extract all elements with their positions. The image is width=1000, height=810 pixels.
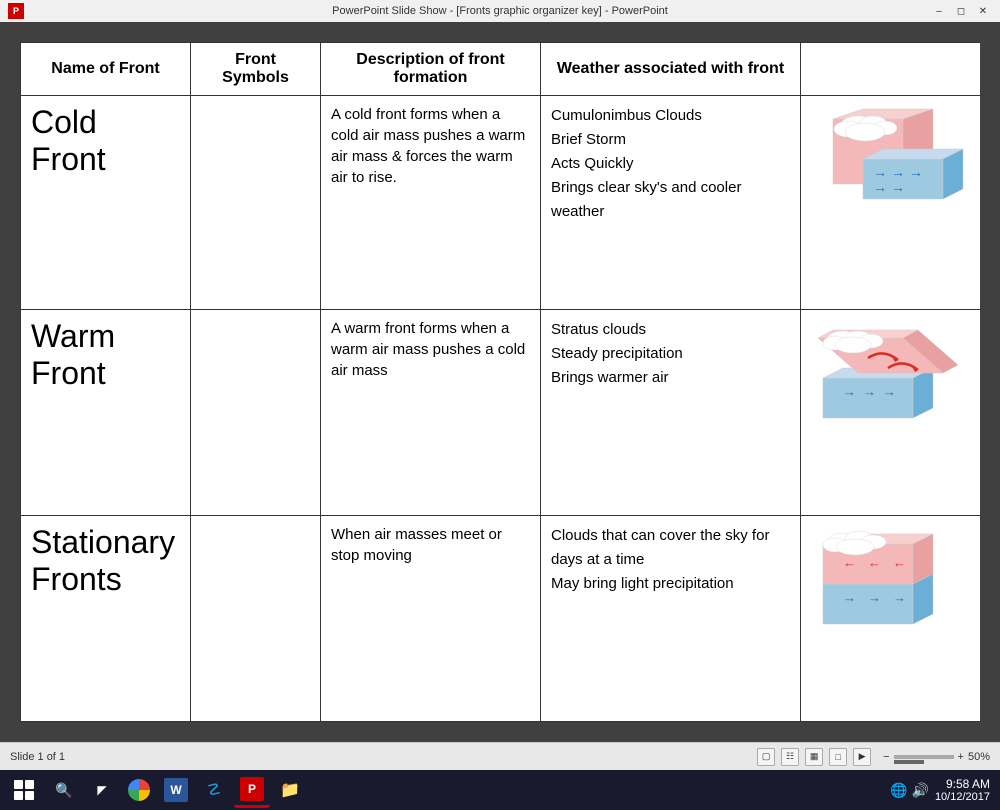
stationary-front-description: When air masses meet or stop moving xyxy=(321,515,541,721)
svg-text:→: → xyxy=(868,590,881,605)
explorer-taskbar[interactable]: 📁 xyxy=(272,772,308,808)
taskbar-right: 🌐 🔊 9:58 AM 10/12/2017 xyxy=(890,777,996,803)
header-image xyxy=(801,43,981,96)
cold-front-image-cell: → → → → → xyxy=(801,96,981,310)
warm-front-description: A warm front forms when a warm air mass … xyxy=(321,309,541,515)
warm-front-illustration: → → → xyxy=(813,318,968,428)
svg-text:→: → xyxy=(843,384,856,399)
zoom-slider[interactable] xyxy=(894,755,954,759)
search-icon: 🔍 xyxy=(52,778,76,802)
title-bar-text: PowerPoint Slide Show - [Fronts graphic … xyxy=(332,5,668,17)
ie-taskbar[interactable]: ☡ xyxy=(196,772,232,808)
cold-front-symbols xyxy=(191,96,321,310)
clock-date: 10/12/2017 xyxy=(935,791,990,803)
slide-info: Slide 1 of 1 xyxy=(10,751,65,763)
svg-text:→: → xyxy=(909,164,923,180)
svg-text:←: ← xyxy=(868,555,881,570)
task-view-icon: ◤ xyxy=(90,778,114,802)
header-description: Description of front formation xyxy=(321,43,541,96)
zoom-out-button[interactable]: − xyxy=(883,751,889,763)
cold-front-weather: Cumulonimbus CloudsBrief StormActs Quick… xyxy=(541,96,801,310)
warm-front-image-cell: → → → xyxy=(801,309,981,515)
powerpoint-taskbar[interactable]: P xyxy=(234,772,270,808)
start-button[interactable] xyxy=(4,772,44,808)
search-taskbar-item[interactable]: 🔍 xyxy=(46,772,82,808)
zoom-controls[interactable]: − + 50% xyxy=(883,751,990,763)
sound-icon: 🔊 xyxy=(912,782,929,799)
cold-front-illustration: → → → → → xyxy=(813,104,968,214)
network-icon: 🌐 xyxy=(890,782,907,799)
status-right: ▢ ☷ ▦ □ ▶ − + 50% xyxy=(757,748,990,766)
cold-front-description: A cold front forms when a cold air mass … xyxy=(321,96,541,310)
svg-text:→: → xyxy=(891,179,905,195)
warm-front-name: WarmFront xyxy=(21,309,191,515)
word-taskbar[interactable]: W xyxy=(158,772,194,808)
header-symbols: Front Symbols xyxy=(191,43,321,96)
ppt-icon: P xyxy=(240,777,264,801)
system-tray[interactable]: 🌐 🔊 xyxy=(890,782,929,799)
header-name: Name of Front xyxy=(21,43,191,96)
stationary-front-symbols xyxy=(191,515,321,721)
title-bar: P PowerPoint Slide Show - [Fronts graphi… xyxy=(0,0,1000,22)
view-icons[interactable]: ▢ ☷ ▦ □ ▶ xyxy=(757,748,871,766)
window-controls[interactable]: – ◻ ✕ xyxy=(930,3,992,19)
svg-text:→: → xyxy=(863,384,876,399)
warm-front-weather: Stratus cloudsSteady precipitationBrings… xyxy=(541,309,801,515)
normal-view-button[interactable]: ▢ xyxy=(757,748,775,766)
powerpoint-icon: P xyxy=(8,3,24,19)
chrome-icon xyxy=(128,779,150,801)
stationary-front-illustration: ← ← ← → → → xyxy=(813,524,968,634)
explorer-icon: 📁 xyxy=(278,778,302,802)
task-view-button[interactable]: ◤ xyxy=(84,772,120,808)
status-bar: Slide 1 of 1 ▢ ☷ ▦ □ ▶ − + 50% xyxy=(0,742,1000,770)
zoom-in-button[interactable]: + xyxy=(958,751,964,763)
zoom-level: 50% xyxy=(968,751,990,763)
svg-text:←: ← xyxy=(893,555,906,570)
chrome-taskbar[interactable] xyxy=(122,772,156,808)
warm-front-symbols xyxy=(191,309,321,515)
clock[interactable]: 9:58 AM 10/12/2017 xyxy=(935,777,990,803)
ie-icon: ☡ xyxy=(202,778,226,802)
svg-text:→: → xyxy=(893,590,906,605)
svg-text:←: ← xyxy=(843,555,856,570)
reading-view-button[interactable]: □ xyxy=(829,748,847,766)
word-icon: W xyxy=(164,778,188,802)
svg-text:→: → xyxy=(873,179,887,195)
stationary-front-row: StationaryFronts When air masses meet or… xyxy=(21,515,981,721)
slide: Name of Front Front Symbols Description … xyxy=(20,42,980,722)
outline-view-button[interactable]: ☷ xyxy=(781,748,799,766)
close-button[interactable]: ✕ xyxy=(974,3,992,19)
warm-front-row: WarmFront A warm front forms when a warm… xyxy=(21,309,981,515)
restore-button[interactable]: ◻ xyxy=(952,3,970,19)
slideshow-button[interactable]: ▶ xyxy=(853,748,871,766)
slide-sorter-button[interactable]: ▦ xyxy=(805,748,823,766)
minimize-button[interactable]: – xyxy=(930,3,948,19)
header-weather: Weather associated with front xyxy=(541,43,801,96)
svg-text:→: → xyxy=(891,164,905,180)
cold-front-row: ColdFront A cold front forms when a cold… xyxy=(21,96,981,310)
svg-text:→: → xyxy=(843,590,856,605)
stationary-front-image-cell: ← ← ← → → → xyxy=(801,515,981,721)
clock-time: 9:58 AM xyxy=(935,777,990,791)
slide-area: Name of Front Front Symbols Description … xyxy=(0,22,1000,742)
stationary-front-weather: Clouds that can cover the sky for days a… xyxy=(541,515,801,721)
taskbar[interactable]: 🔍 ◤ W ☡ P 📁 🌐 🔊 9:58 AM 10/12/2017 xyxy=(0,770,1000,810)
cold-front-name: ColdFront xyxy=(21,96,191,310)
fronts-table: Name of Front Front Symbols Description … xyxy=(20,42,980,722)
windows-logo xyxy=(14,780,34,800)
svg-text:→: → xyxy=(873,164,887,180)
stationary-front-name: StationaryFronts xyxy=(21,515,191,721)
svg-text:→: → xyxy=(883,384,896,399)
